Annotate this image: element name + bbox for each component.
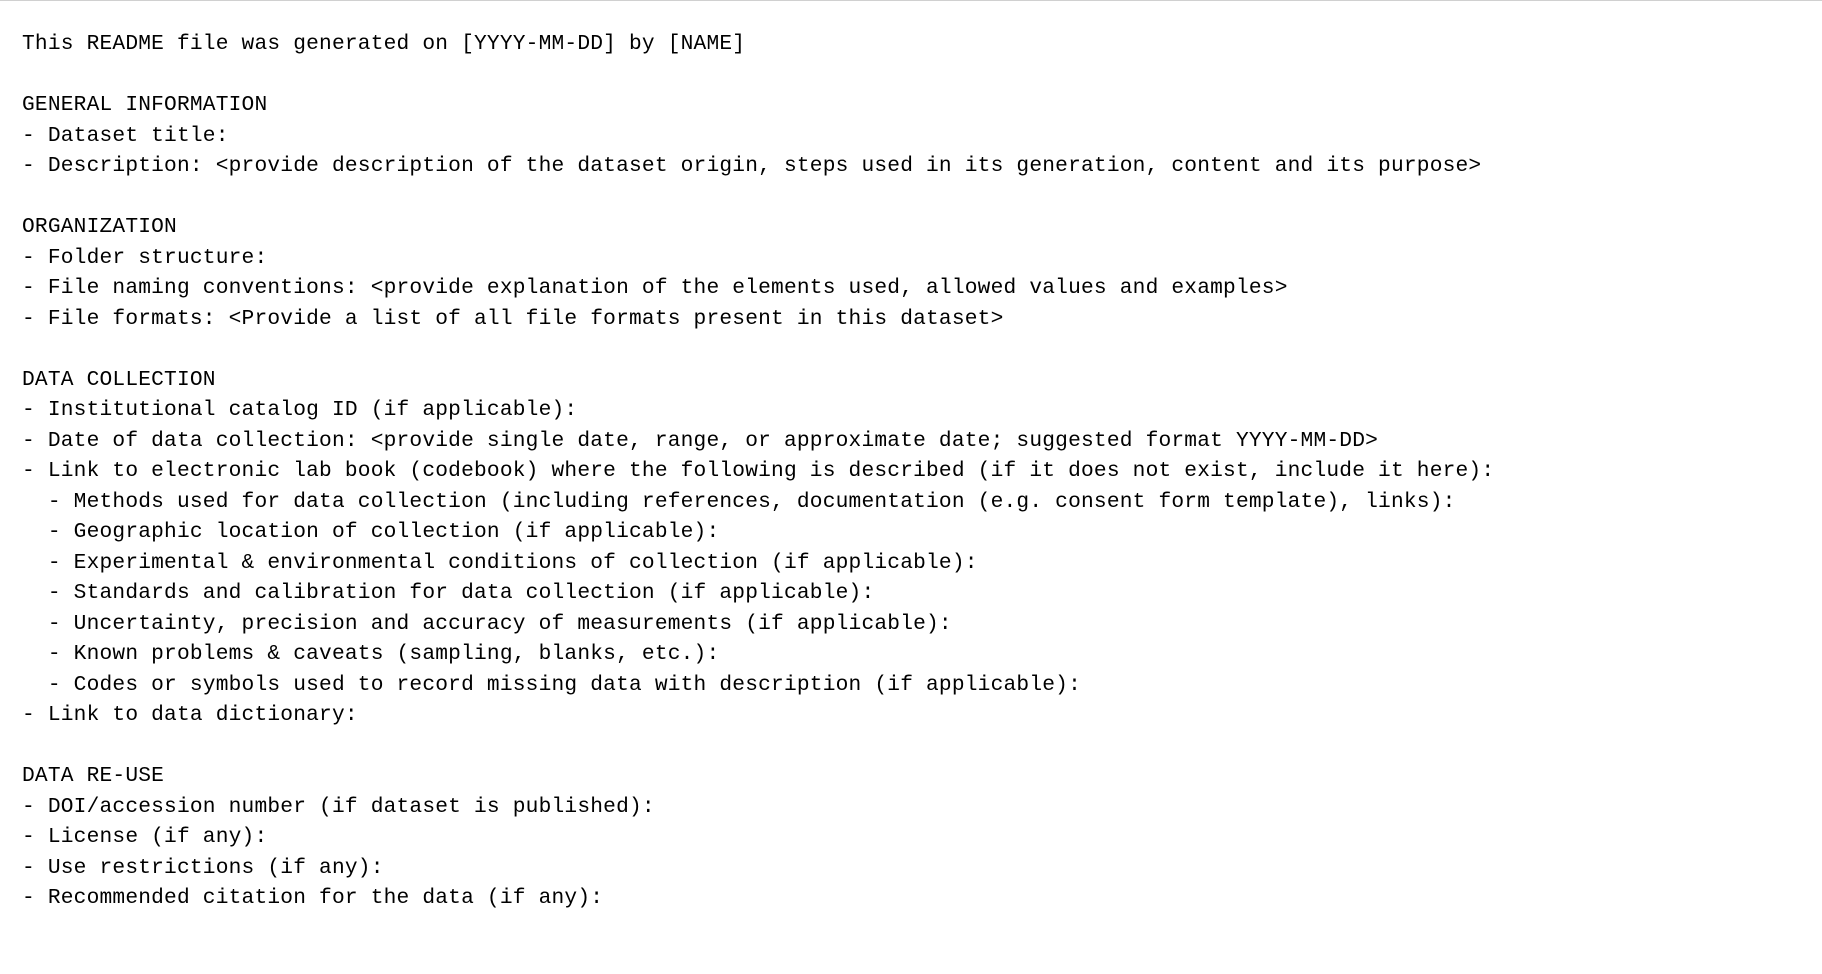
section-gap xyxy=(22,334,1822,365)
intro-line: This README file was generated on [YYYY-… xyxy=(22,29,1822,60)
list-item: - Standards and calibration for data col… xyxy=(22,578,1822,609)
list-item: - Experimental & environmental condition… xyxy=(22,548,1822,579)
list-item: - License (if any): xyxy=(22,822,1822,853)
list-item: - DOI/accession number (if dataset is pu… xyxy=(22,792,1822,823)
list-item: - Uncertainty, precision and accuracy of… xyxy=(22,609,1822,640)
section-heading-general: GENERAL INFORMATION xyxy=(22,90,1822,121)
section-heading-collection: DATA COLLECTION xyxy=(22,365,1822,396)
list-item: - Dataset title: xyxy=(22,121,1822,152)
list-item: - File formats: <Provide a list of all f… xyxy=(22,304,1822,335)
section-gap xyxy=(22,60,1822,91)
section-heading-organization: ORGANIZATION xyxy=(22,212,1822,243)
list-item: - Codes or symbols used to record missin… xyxy=(22,670,1822,701)
list-item: - Recommended citation for the data (if … xyxy=(22,883,1822,914)
section-gap xyxy=(22,731,1822,762)
list-item: - Use restrictions (if any): xyxy=(22,853,1822,884)
list-item: - Link to electronic lab book (codebook)… xyxy=(22,456,1822,487)
list-item: - File naming conventions: <provide expl… xyxy=(22,273,1822,304)
list-item: - Link to data dictionary: xyxy=(22,700,1822,731)
list-item: - Methods used for data collection (incl… xyxy=(22,487,1822,518)
list-item: - Folder structure: xyxy=(22,243,1822,274)
section-heading-reuse: DATA RE-USE xyxy=(22,761,1822,792)
section-gap xyxy=(22,182,1822,213)
readme-document: This README file was generated on [YYYY-… xyxy=(0,0,1822,974)
list-item: - Description: <provide description of t… xyxy=(22,151,1822,182)
list-item: - Geographic location of collection (if … xyxy=(22,517,1822,548)
list-item: - Known problems & caveats (sampling, bl… xyxy=(22,639,1822,670)
list-item: - Date of data collection: <provide sing… xyxy=(22,426,1822,457)
list-item: - Institutional catalog ID (if applicabl… xyxy=(22,395,1822,426)
